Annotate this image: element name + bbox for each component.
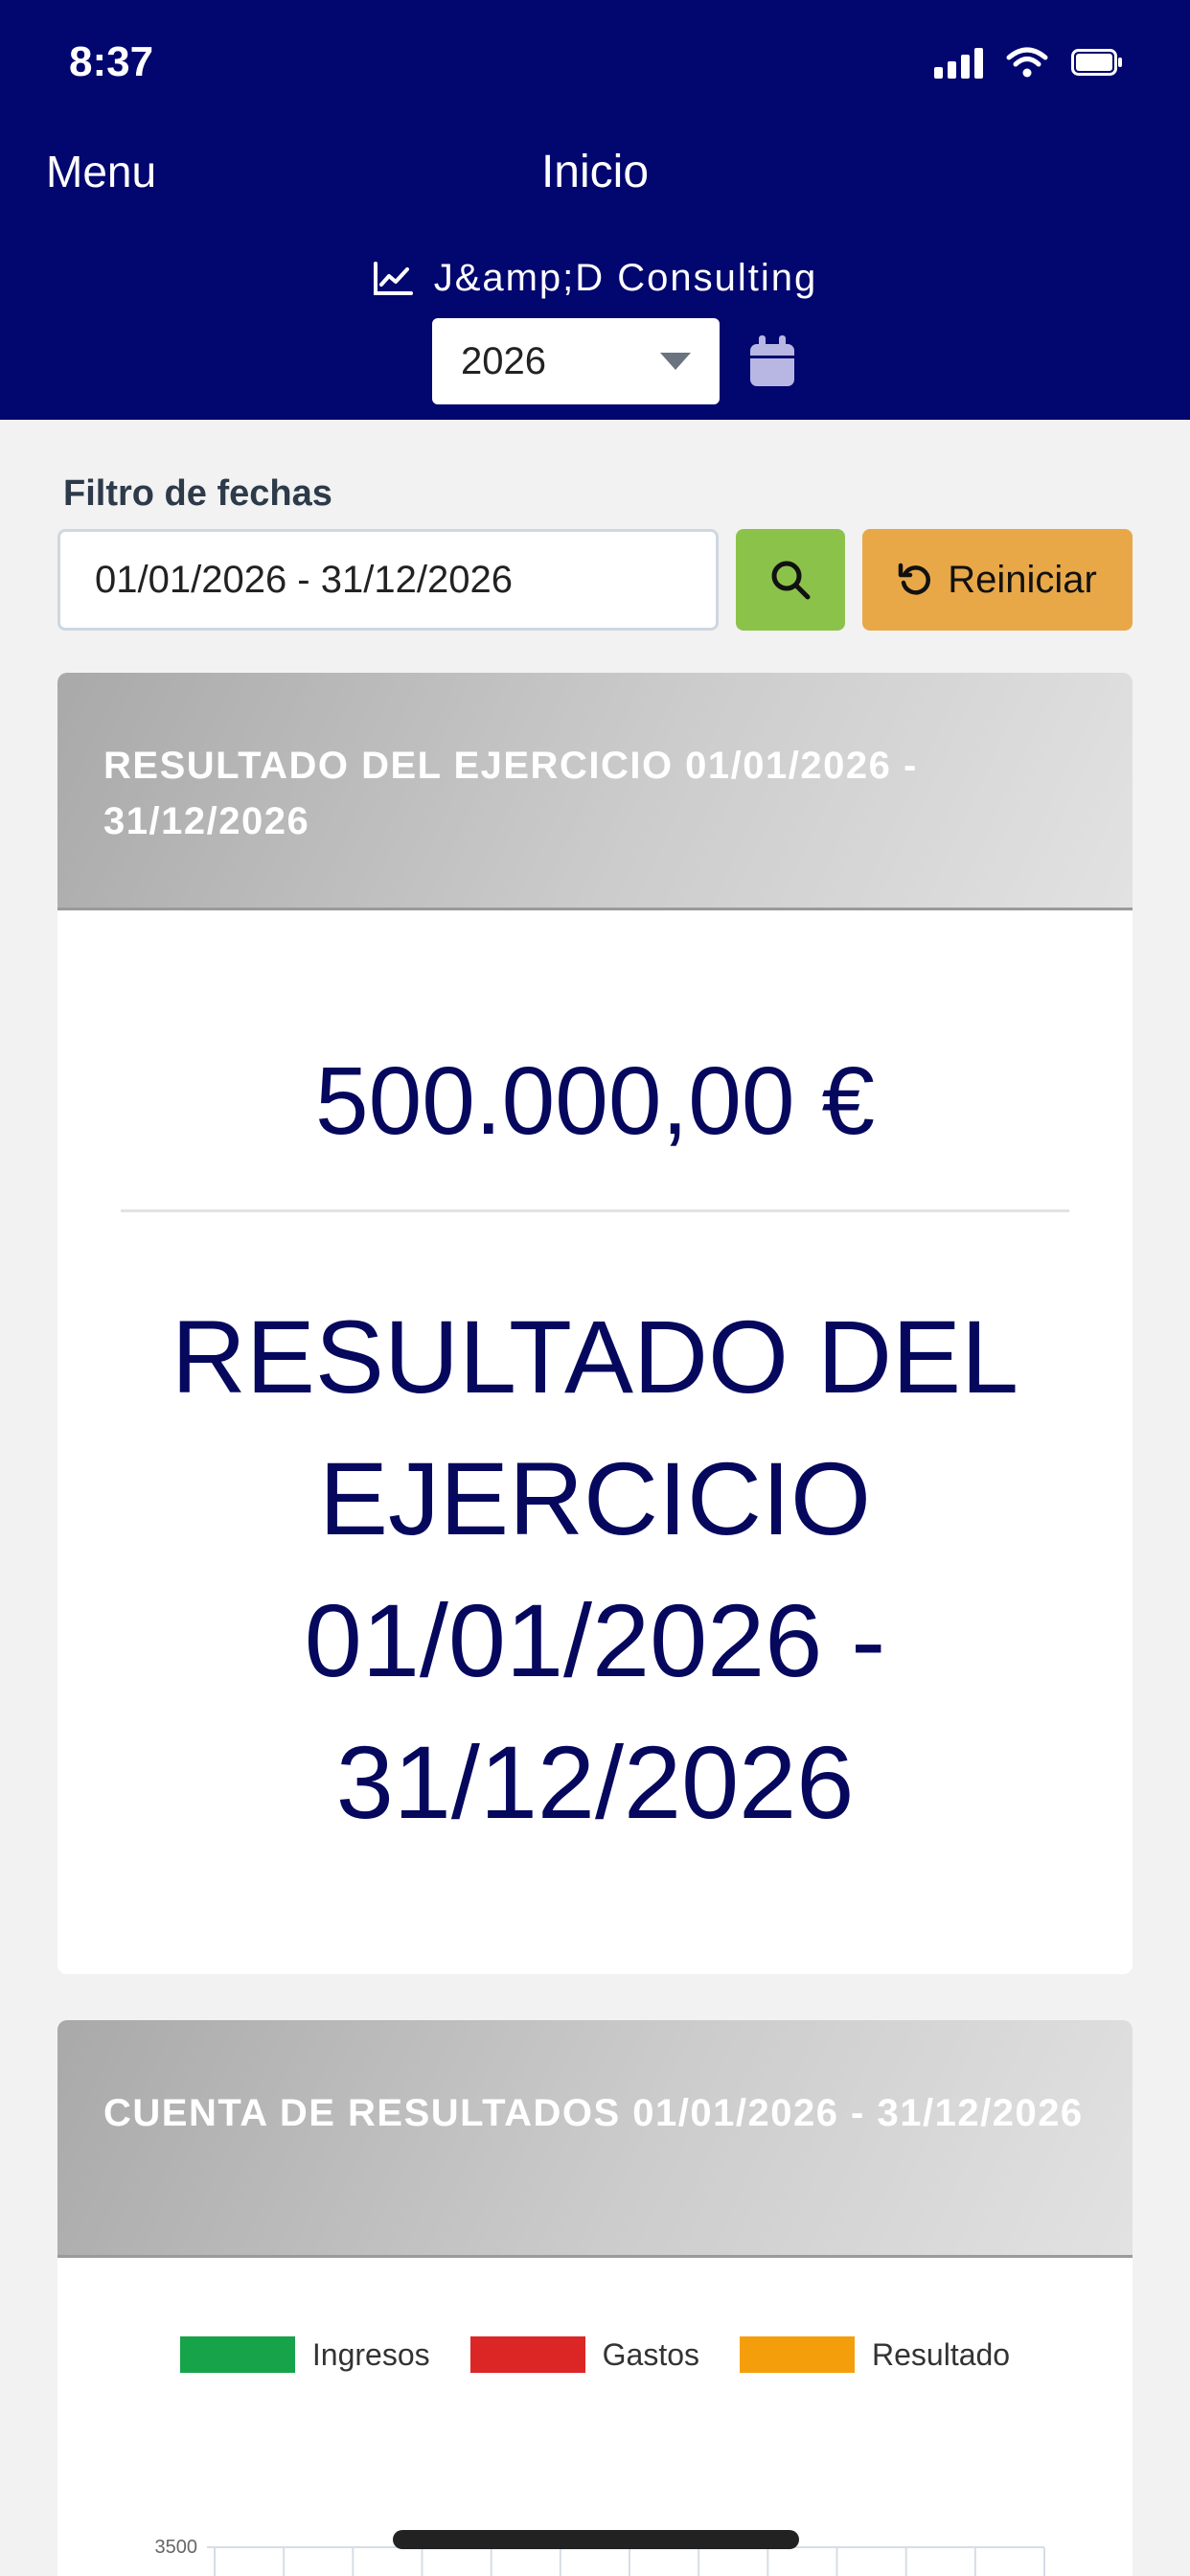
year-row: 2026 [0,318,1190,404]
undo-icon [898,563,931,595]
divider [121,1209,1069,1212]
result-amount: 500.000,00 € [315,1047,875,1155]
date-range-input[interactable]: 01/01/2026 - 31/12/2026 [57,529,719,631]
wifi-icon [1006,47,1048,78]
legend-item-gastos[interactable]: Gastos [469,2336,699,2373]
legend-item-resultado[interactable]: Resultado [740,2336,1010,2373]
status-icons [934,46,1123,79]
income-chart: 35003000 [155,2537,1045,2576]
legend-swatch [179,2336,295,2373]
legend-label: Ingresos [311,2336,430,2372]
line-chart-icon [373,261,413,295]
year-select[interactable]: 2026 [432,318,720,404]
result-title: RESULTADO DEL EJERCICIO 01/01/2026 - 31/… [171,1299,1019,1840]
legend-label: Gastos [602,2336,699,2372]
result-card: RESULTADO DEL EJERCICIO 01/01/2026 - 31/… [57,673,1133,1974]
menu-button[interactable]: Menu [46,146,156,197]
search-icon [771,561,811,600]
legend-item-ingresos[interactable]: Ingresos [179,2336,430,2373]
legend-swatch [469,2336,585,2373]
result-card-header: RESULTADO DEL EJERCICIO 01/01/2026 - 31/… [57,673,1133,910]
legend-label: Resultado [872,2336,1011,2372]
income-statement-header: CUENTA DE RESULTADOS 01/01/2026 - 31/12/… [57,2020,1133,2258]
page-title: Inicio [540,147,650,197]
year-value: 2026 [461,339,546,382]
date-filter-label: Filtro de fechas [63,473,332,514]
signal-icon [934,46,983,79]
y-tick-label: 3500 [155,2537,198,2558]
chart-legend: Ingresos Gastos Resultado [57,2336,1133,2373]
search-button[interactable] [736,529,845,631]
income-statement-card: CUENTA DE RESULTADOS 01/01/2026 - 31/12/… [57,2020,1133,2576]
status-time: 8:37 [69,38,154,85]
reset-button[interactable]: Reiniciar [862,529,1133,631]
company-name: J&amp;D Consulting [433,257,818,299]
home-indicator [393,2530,799,2549]
calendar-icon[interactable] [748,334,796,388]
chevron-down-icon [660,353,691,370]
battery-icon [1071,49,1122,76]
reset-label: Reiniciar [948,558,1097,601]
legend-swatch [740,2336,855,2373]
app-header: 8:37 Menu Inicio J&amp;D Consulting 2026 [0,0,1190,420]
company-selector[interactable]: J&amp;D Consulting [0,257,1190,300]
